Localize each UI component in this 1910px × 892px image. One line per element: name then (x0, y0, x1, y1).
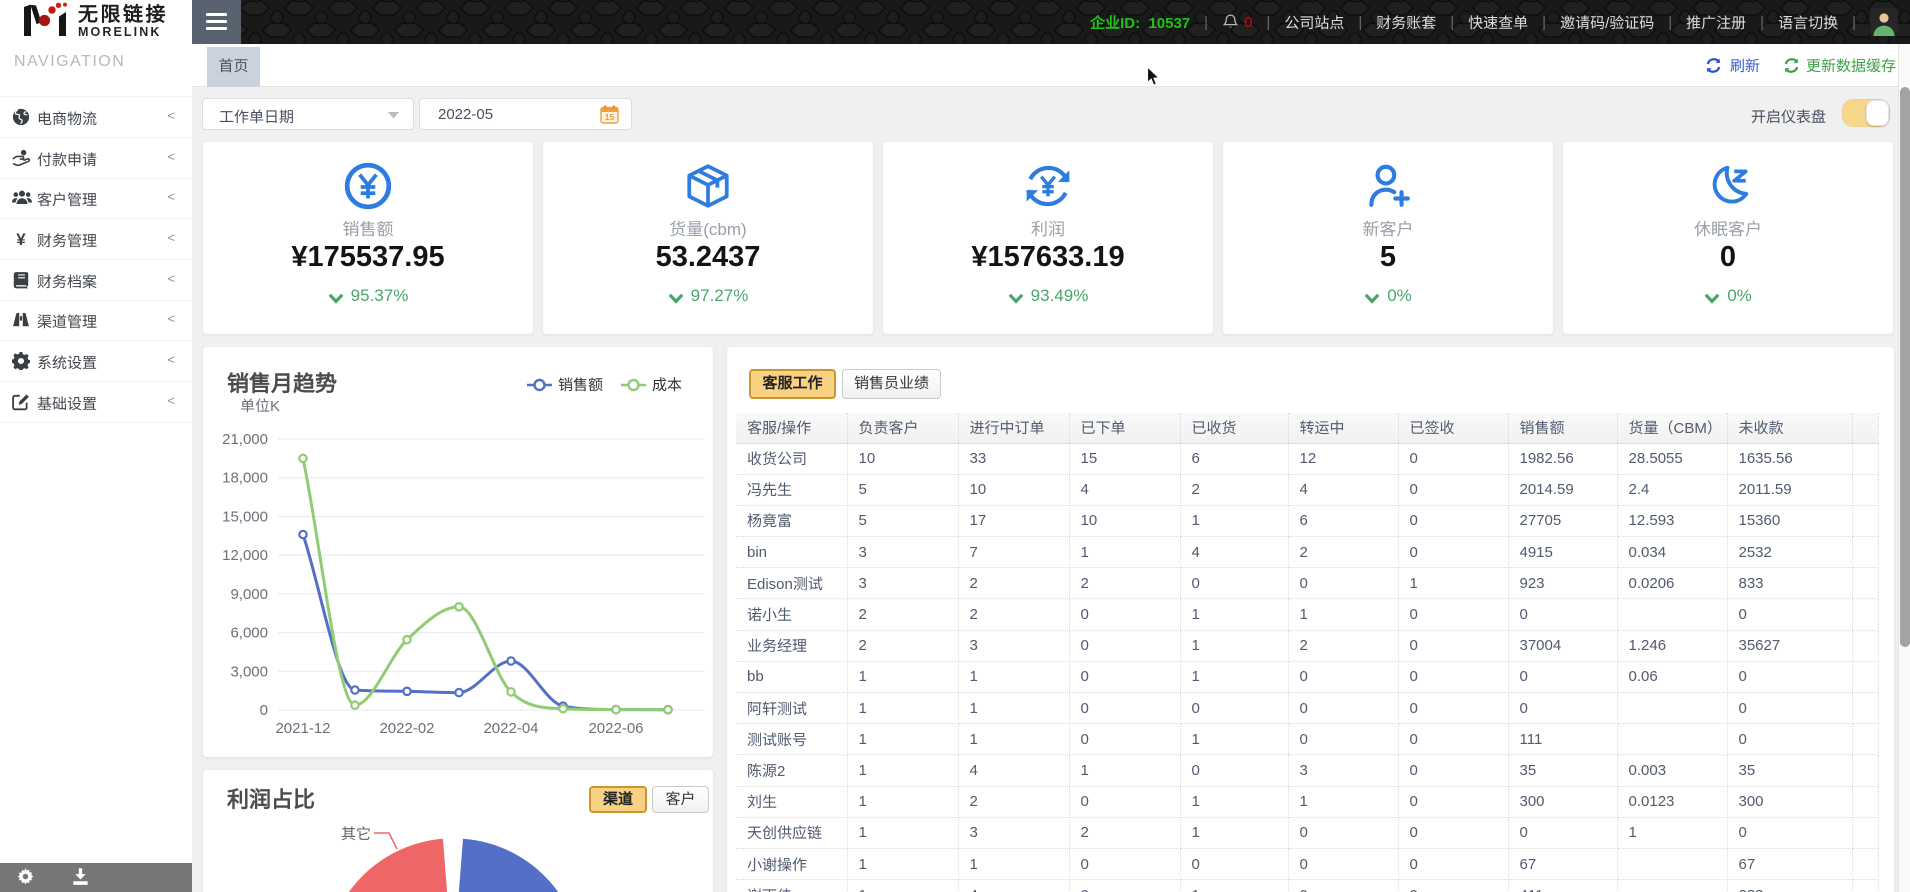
svg-text:成本: 成本 (652, 377, 682, 394)
svg-text:3,000: 3,000 (230, 663, 268, 680)
svg-text:2022-02: 2022-02 (379, 720, 434, 737)
svg-text:21,000: 21,000 (222, 431, 268, 448)
svg-text:¥: ¥ (16, 230, 26, 248)
svg-text:单位K: 单位K (240, 398, 280, 415)
svg-text:0: 0 (260, 702, 268, 719)
svg-text:12,000: 12,000 (222, 547, 268, 564)
svg-text:销售额: 销售额 (558, 377, 603, 394)
svg-text:6,000: 6,000 (230, 625, 268, 642)
svg-text:18,000: 18,000 (222, 470, 268, 487)
svg-text:2021-12: 2021-12 (275, 720, 330, 737)
svg-text:其它: 其它 (341, 826, 371, 843)
svg-text:2022-04: 2022-04 (483, 720, 538, 737)
svg-text:15: 15 (605, 112, 615, 122)
svg-text:15,000: 15,000 (222, 508, 268, 525)
svg-text:2022-06: 2022-06 (588, 720, 643, 737)
svg-text:9,000: 9,000 (230, 586, 268, 603)
